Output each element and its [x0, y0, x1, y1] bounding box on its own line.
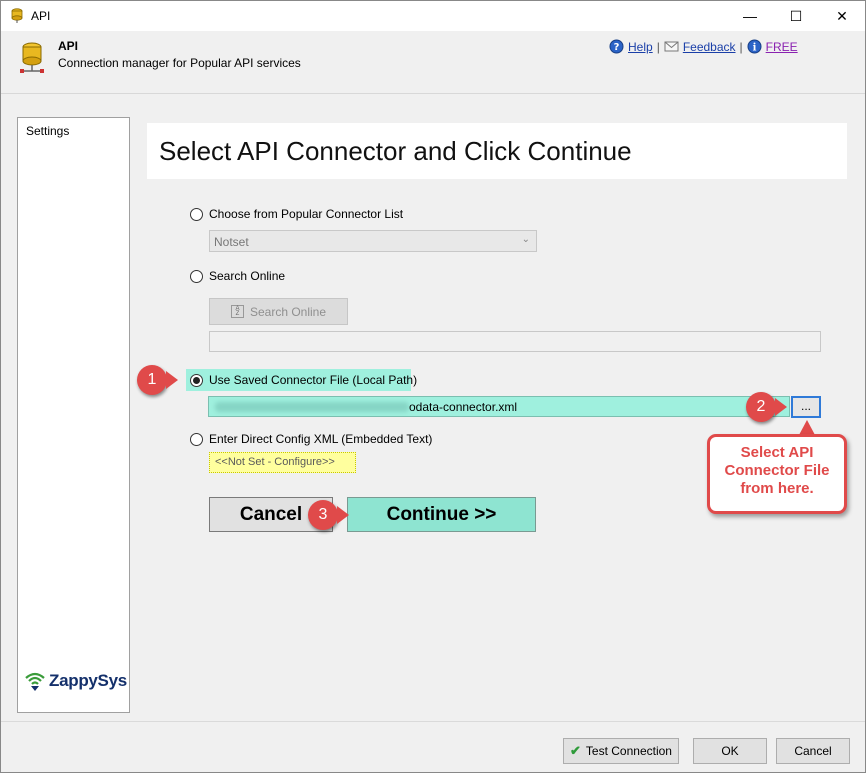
envelope-icon: [664, 41, 679, 52]
option-popular-row[interactable]: Choose from Popular Connector List: [190, 207, 403, 221]
database-icon: [20, 42, 44, 73]
title-bar: API — ☐ ✕: [1, 1, 865, 31]
search-online-button-label: Search Online: [249, 304, 327, 319]
link-separator: |: [739, 39, 743, 54]
callout-line: Connector File: [724, 462, 830, 479]
radio-online[interactable]: [190, 269, 203, 283]
popular-connector-select[interactable]: Notset ⌄: [209, 230, 537, 252]
option-online-label: Search Online: [209, 269, 286, 283]
option-direct-label: Enter Direct Config XML (Embedded Text): [209, 432, 433, 446]
connector-file-name: odata-connector.xml: [409, 400, 518, 414]
link-separator: |: [656, 39, 660, 54]
header-subtitle: Connection manager for Popular API servi…: [58, 56, 301, 70]
footer-divider: [1, 721, 865, 722]
window-title: API: [31, 9, 51, 23]
az-sort-icon: AZ: [230, 305, 244, 318]
help-icon: ?: [609, 39, 624, 54]
step-badge-3-arrow: [337, 506, 349, 524]
minimize-button[interactable]: —: [727, 1, 773, 31]
callout-line: Select API: [740, 444, 814, 461]
maximize-button[interactable]: ☐: [773, 1, 819, 31]
step-badge-3: 3: [308, 500, 338, 530]
option-popular-label: Choose from Popular Connector List: [209, 207, 404, 221]
ok-button[interactable]: OK: [693, 738, 767, 764]
option-saved-label: Use Saved Connector File (Local Path): [209, 373, 418, 387]
popular-connector-value: Notset: [214, 235, 249, 249]
step-badge-2-arrow: [775, 398, 787, 416]
logo-text: ZappySys: [49, 671, 127, 690]
blurred-path-prefix: [215, 402, 409, 412]
annotation-callout: Select API Connector File from here.: [707, 434, 847, 514]
sidebar-item-settings[interactable]: Settings: [26, 124, 69, 138]
info-icon: i: [747, 39, 762, 54]
search-online-input[interactable]: [209, 331, 821, 352]
radio-direct[interactable]: [190, 432, 203, 446]
database-app-icon: [11, 8, 23, 23]
browse-file-button[interactable]: ...: [791, 396, 821, 418]
connection-manager-window: API — ☐ ✕ API Connection manager for Pop…: [0, 0, 866, 773]
page-title: Select API Connector and Click Continue: [159, 136, 632, 166]
callout-line: from here.: [740, 480, 814, 497]
header-links: ? Help | Feedback | i FREE: [609, 39, 798, 54]
footer-cancel-button[interactable]: Cancel: [776, 738, 850, 764]
svg-text:i: i: [752, 43, 756, 54]
direct-config-link[interactable]: <<Not Set - Configure>>: [209, 452, 356, 473]
test-connection-label: Test Connection: [585, 744, 672, 758]
main-title-panel: Select API Connector and Click Continue: [147, 123, 847, 179]
svg-text:?: ?: [614, 42, 620, 53]
header-title: API: [58, 39, 79, 53]
callout-tail: [799, 420, 815, 435]
help-link[interactable]: Help: [628, 40, 653, 54]
radio-saved[interactable]: [190, 373, 203, 387]
search-online-button[interactable]: AZ Search Online: [209, 298, 348, 325]
continue-button[interactable]: Continue >>: [347, 497, 536, 532]
wifi-logo-icon: [25, 672, 45, 691]
close-button[interactable]: ✕: [819, 1, 865, 31]
test-connection-button[interactable]: ✔ Test Connection: [563, 738, 679, 764]
free-link[interactable]: FREE: [766, 40, 798, 54]
feedback-link[interactable]: Feedback: [683, 40, 736, 54]
option-direct-row[interactable]: Enter Direct Config XML (Embedded Text): [190, 432, 432, 446]
step-badge-1-arrow: [166, 371, 178, 389]
checkmark-icon: ✔: [570, 743, 581, 758]
zappysys-logo: ZappySys: [24, 670, 127, 692]
step-badge-1: 1: [137, 365, 167, 395]
header-band: API Connection manager for Popular API s…: [1, 31, 865, 94]
option-online-row[interactable]: Search Online: [190, 269, 285, 283]
settings-sidebar: Settings ZappySys: [17, 117, 130, 713]
step-badge-2: 2: [746, 392, 776, 422]
chevron-down-icon: ⌄: [521, 234, 530, 245]
option-saved-row[interactable]: Use Saved Connector File (Local Path): [190, 373, 417, 387]
connector-file-path-input[interactable]: odata-connector.xml: [208, 396, 790, 417]
radio-popular[interactable]: [190, 207, 203, 221]
